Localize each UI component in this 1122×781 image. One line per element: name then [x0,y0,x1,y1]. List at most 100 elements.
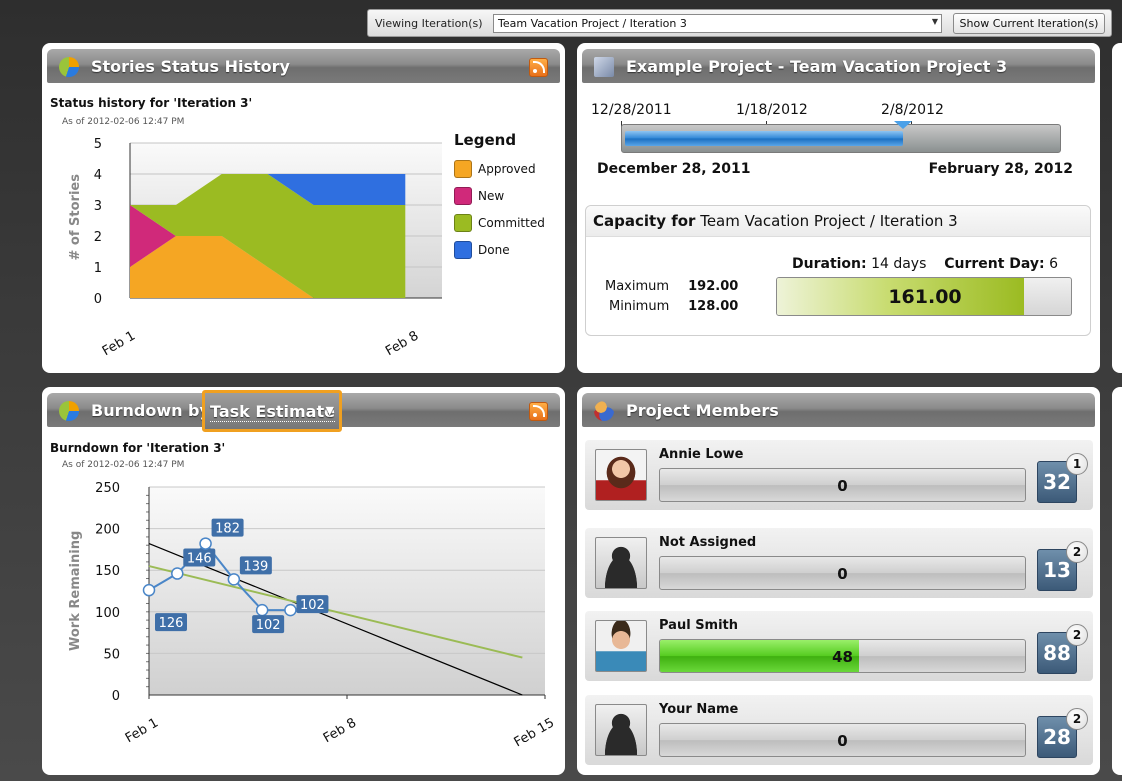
project-members-header: Project Members [582,393,1095,427]
timeline-tick-date: 2/8/2012 [881,102,944,118]
chevron-down-icon: ▼ [931,17,938,26]
legend-label: Committed [478,215,545,230]
member-row[interactable]: Not Assigned 0 13 2 [585,528,1093,598]
x-tick-label: Feb 8 [321,715,359,746]
y-tick-label: 5 [94,137,102,152]
y-tick-label: 100 [95,606,120,621]
current-day-value: 6 [1049,256,1059,272]
data-point [142,583,156,597]
minimum-row: Minimum 128.00 [609,299,738,314]
member-badge: 2 [1066,624,1088,646]
member-badge: 2 [1066,541,1088,563]
timeline-progress [625,131,903,146]
member-work-bar: 0 [659,723,1026,757]
member-name: Your Name [659,702,739,717]
avatar-placeholder-icon [595,537,647,589]
y-tick-label: 150 [95,564,120,579]
data-point [199,537,212,550]
viewing-iterations-label: Viewing Iteration(s) [375,17,483,30]
legend-item: Approved [454,155,545,182]
plot-area [149,487,545,695]
member-name: Paul Smith [659,618,739,633]
caret-down-icon: ▼ [325,404,334,417]
iteration-select[interactable]: Team Vacation Project / Iteration 3 ▼ [493,14,942,33]
legend-label: Approved [478,161,536,176]
member-row[interactable]: Annie Lowe 0 32 1 [585,440,1093,510]
maximum-value: 192.00 [688,279,739,294]
member-name: Annie Lowe [659,447,744,462]
x-tick-label: Feb 1 [123,715,161,746]
chart-title: Burndown for 'Iteration 3' [50,441,226,455]
x-tick-label: Feb 15 [512,715,557,750]
iteration-toolbar: Viewing Iteration(s) Team Vacation Proje… [367,9,1112,37]
member-badge: 1 [1066,453,1088,475]
timeline-tick-date: 1/18/2012 [736,102,808,118]
burndown-chart: 0 50 100 150 200 250 Work Remaining 126 146182 13… [68,481,557,750]
legend-item: Done [454,236,545,263]
start-date: December 28, 2011 [597,161,751,177]
rss-icon[interactable] [529,58,548,77]
capacity-label: Capacity for [593,212,696,230]
stories-status-header: Stories Status History [47,49,560,83]
iteration-select-value: Team Vacation Project / Iteration 3 [498,17,687,30]
member-work-value: 0 [837,565,848,583]
duration-row: Duration: 14 days Current Day: 6 [792,256,1058,272]
people-icon [594,401,614,421]
burndown-type-value: Task Estimate [210,402,335,422]
duration-label: Duration: [792,256,867,272]
data-label: 126 [159,616,184,631]
y-tick-label: 0 [94,292,102,307]
legend-swatch [454,159,472,178]
capacity-box: Capacity for Team Vacation Project / Ite… [585,205,1091,336]
end-date: February 28, 2012 [928,161,1073,177]
chart-legend: Legend Approved New Committed Done [454,131,545,263]
offscreen-panel-edge [1112,43,1122,373]
member-row[interactable]: Your Name 0 28 2 [585,695,1093,765]
member-work-value: 0 [837,477,848,495]
panel-title: Stories Status History [91,57,290,76]
panel-title: Project Members [626,401,779,420]
rss-icon[interactable] [529,402,548,421]
legend-label: Done [478,242,510,257]
status-history-chart: 0 1 2 3 4 5 # of Stories Feb 1 Feb 8 [68,137,442,359]
data-point [171,567,184,580]
member-row[interactable]: Paul Smith 48 88 2 [585,611,1093,681]
legend-item: New [454,182,545,209]
capacity-bar: 161.00 [776,277,1072,316]
capacity-header: Capacity for Team Vacation Project / Ite… [586,206,1090,237]
member-work-value: 48 [832,648,853,666]
y-tick-label: 3 [94,199,102,214]
project-members-panel: Project Members Annie Lowe 0 32 1 Not Assign… [577,387,1100,775]
panel-title: Burndown by [91,401,210,420]
timeline-tick-date: 12/28/2011 [591,102,672,118]
data-label: 102 [300,598,325,613]
offscreen-panel-edge [1112,387,1122,775]
x-tick-label: Feb 8 [383,328,421,359]
maximum-row: Maximum 192.00 [605,279,738,294]
y-tick-label: 250 [95,481,120,496]
minimum-label: Minimum [609,299,670,314]
maximum-label: Maximum [605,279,670,294]
project-panel: Example Project - Team Vacation Project … [577,43,1100,373]
pie-chart-icon [59,57,79,77]
legend-label: New [478,188,505,203]
member-name: Not Assigned [659,535,757,550]
stories-status-panel: Stories Status History Status history fo… [42,43,565,373]
y-tick-label: 2 [94,230,102,245]
show-current-iteration-button[interactable]: Show Current Iteration(s) [953,13,1105,34]
pie-chart-icon [59,401,79,421]
y-tick-label: 4 [94,168,102,183]
y-axis-label: Work Remaining [68,531,83,651]
y-axis-label: # of Stories [68,174,83,261]
member-badge: 2 [1066,708,1088,730]
member-work-bar: 0 [659,556,1026,590]
burndown-type-dropdown[interactable]: Task Estimate ▼ [202,390,342,432]
legend-swatch [454,186,472,205]
avatar [595,449,647,501]
data-point [284,603,297,617]
legend-swatch [454,240,472,259]
burndown-header: Burndown by Task Estimate ▼ [47,390,560,432]
timeline-bar [621,121,1061,153]
chart-title: Status history for 'Iteration 3' [50,96,253,110]
legend-swatch [454,213,472,232]
